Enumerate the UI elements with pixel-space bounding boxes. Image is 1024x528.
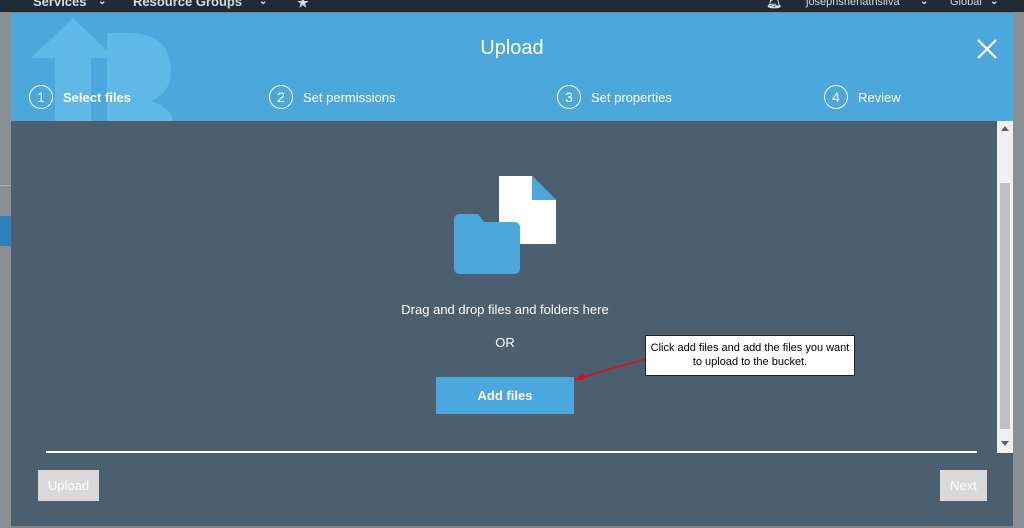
background-right-strip <box>1013 12 1024 528</box>
upload-button[interactable]: Upload <box>38 470 99 501</box>
step-number: 3 <box>557 85 581 109</box>
annotation-arrow <box>574 358 647 380</box>
step-number: 4 <box>824 85 848 109</box>
top-navigation-bar: Services ⌄ Resource Groups ⌄ ★ 🔔︎ joseph… <box>0 0 1024 12</box>
chevron-down-icon: ⌄ <box>990 0 999 7</box>
scroll-up-arrow-icon[interactable] <box>1001 126 1009 131</box>
background-upload-tab <box>0 216 11 246</box>
drop-zone-text: Drag and drop files and folders here <box>401 302 609 317</box>
step-label: Set permissions <box>303 89 396 105</box>
chevron-down-icon: ⌄ <box>259 0 268 7</box>
step-number: 2 <box>269 85 293 109</box>
step-label: Set properties <box>591 89 672 105</box>
step-set-permissions[interactable]: 2 Set permissions <box>269 84 395 110</box>
close-icon[interactable] <box>976 38 998 60</box>
background-divider <box>0 185 11 186</box>
dialog-title: Upload <box>480 37 544 59</box>
next-button[interactable]: Next <box>940 470 987 501</box>
dialog-body: Drag and drop files and folders here OR … <box>11 121 1013 526</box>
footer-divider <box>46 451 977 453</box>
dialog-header: Upload 1 Select files 2 Set permissions … <box>11 13 1013 121</box>
add-files-button[interactable]: Add files <box>436 377 574 414</box>
upload-dialog: Upload 1 Select files 2 Set permissions … <box>11 13 1013 526</box>
chevron-down-icon: ⌄ <box>920 0 929 7</box>
services-menu[interactable]: Services <box>33 0 87 9</box>
bell-icon[interactable]: 🔔︎ <box>766 0 783 10</box>
folder-file-icon <box>454 176 556 274</box>
region-menu[interactable]: Global <box>950 0 982 8</box>
resource-groups-menu[interactable]: Resource Groups <box>133 0 242 9</box>
step-label: Select files <box>63 89 131 105</box>
background-left-strip <box>0 12 11 528</box>
star-icon[interactable]: ★ <box>297 0 309 11</box>
step-select-files[interactable]: 1 Select files <box>29 84 131 110</box>
annotation-callout: Click add files and add the files you wa… <box>645 335 855 376</box>
vertical-scrollbar[interactable] <box>997 121 1013 453</box>
step-set-properties[interactable]: 3 Set properties <box>557 84 672 110</box>
step-number: 1 <box>29 85 53 109</box>
step-label: Review <box>858 89 901 105</box>
chevron-down-icon: ⌄ <box>98 0 107 7</box>
scroll-down-arrow-icon[interactable] <box>1001 441 1009 446</box>
step-review[interactable]: 4 Review <box>824 84 901 110</box>
user-menu[interactable]: josephshenathsilva <box>806 0 900 8</box>
scroll-thumb[interactable] <box>1000 183 1010 429</box>
